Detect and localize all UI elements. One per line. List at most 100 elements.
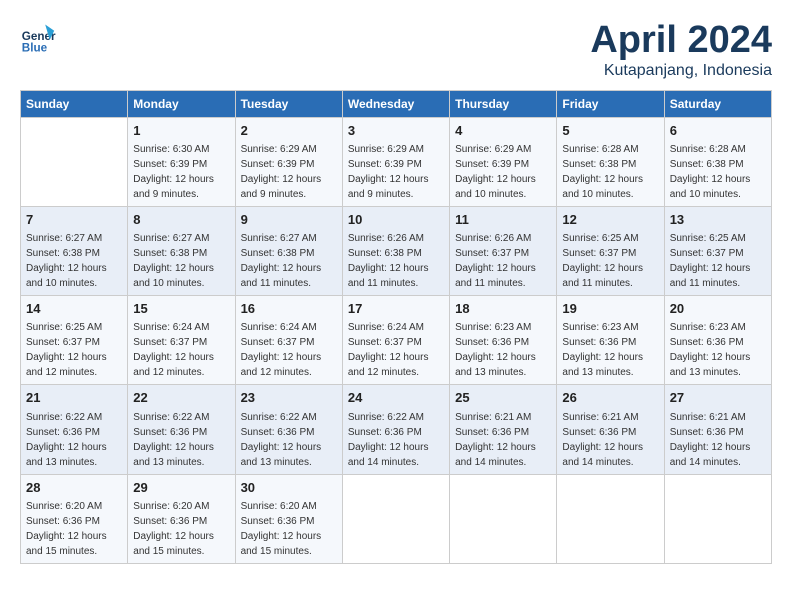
day-number: 3 bbox=[348, 122, 444, 140]
calendar-day-cell: 21Sunrise: 6:22 AMSunset: 6:36 PMDayligh… bbox=[21, 385, 128, 474]
calendar-week-row: 7 Sunrise: 6:27 AMSunset: 6:38 PMDaylight… bbox=[21, 206, 772, 295]
calendar-day-cell bbox=[342, 474, 449, 563]
day-info: Sunrise: 6:26 AMSunset: 6:38 PMDaylight:… bbox=[348, 233, 429, 289]
calendar-day-cell: 22Sunrise: 6:22 AMSunset: 6:36 PMDayligh… bbox=[128, 385, 235, 474]
calendar-day-cell bbox=[664, 474, 771, 563]
calendar-header-row: SundayMondayTuesdayWednesdayThursdayFrid… bbox=[21, 90, 772, 117]
day-number: 7 bbox=[26, 211, 122, 229]
calendar-day-cell: 2 Sunrise: 6:29 AMSunset: 6:39 PMDaylight… bbox=[235, 117, 342, 206]
day-info: Sunrise: 6:22 AMSunset: 6:36 PMDaylight:… bbox=[348, 412, 429, 468]
calendar-day-cell: 28 Sunrise: 6:20 AMSunset: 6:36 PMDayligh… bbox=[21, 474, 128, 563]
day-number: 13 bbox=[670, 211, 766, 229]
day-info: Sunrise: 6:27 AMSunset: 6:38 PMDaylight:… bbox=[133, 233, 214, 289]
day-number: 1 bbox=[133, 122, 229, 140]
calendar-week-row: 28 Sunrise: 6:20 AMSunset: 6:36 PMDayligh… bbox=[21, 474, 772, 563]
calendar-day-cell: 6Sunrise: 6:28 AMSunset: 6:38 PMDaylight… bbox=[664, 117, 771, 206]
calendar-week-row: 1 Sunrise: 6:30 AMSunset: 6:39 PMDaylight… bbox=[21, 117, 772, 206]
calendar-day-cell: 18 Sunrise: 6:23 AMSunset: 6:36 PMDayligh… bbox=[450, 296, 557, 385]
day-info: Sunrise: 6:26 AMSunset: 6:37 PMDaylight:… bbox=[455, 233, 536, 289]
day-number: 18 bbox=[455, 300, 551, 318]
day-number: 20 bbox=[670, 300, 766, 318]
calendar-day-cell: 14 Sunrise: 6:25 AMSunset: 6:37 PMDayligh… bbox=[21, 296, 128, 385]
day-number: 21 bbox=[26, 389, 122, 407]
weekday-header: Wednesday bbox=[342, 90, 449, 117]
calendar-day-cell: 11 Sunrise: 6:26 AMSunset: 6:37 PMDayligh… bbox=[450, 206, 557, 295]
day-info: Sunrise: 6:24 AMSunset: 6:37 PMDaylight:… bbox=[133, 322, 214, 378]
day-number: 11 bbox=[455, 211, 551, 229]
calendar-day-cell: 1 Sunrise: 6:30 AMSunset: 6:39 PMDaylight… bbox=[128, 117, 235, 206]
weekday-header: Thursday bbox=[450, 90, 557, 117]
day-info: Sunrise: 6:21 AMSunset: 6:36 PMDaylight:… bbox=[670, 412, 751, 468]
day-info: Sunrise: 6:30 AMSunset: 6:39 PMDaylight:… bbox=[133, 144, 214, 200]
day-number: 2 bbox=[241, 122, 337, 140]
day-number: 15 bbox=[133, 300, 229, 318]
day-info: Sunrise: 6:28 AMSunset: 6:38 PMDaylight:… bbox=[670, 144, 751, 200]
day-info: Sunrise: 6:25 AMSunset: 6:37 PMDaylight:… bbox=[26, 322, 107, 378]
day-number: 9 bbox=[241, 211, 337, 229]
day-info: Sunrise: 6:23 AMSunset: 6:36 PMDaylight:… bbox=[670, 322, 751, 378]
calendar-day-cell: 16 Sunrise: 6:24 AMSunset: 6:37 PMDayligh… bbox=[235, 296, 342, 385]
calendar-day-cell: 12 Sunrise: 6:25 AMSunset: 6:37 PMDayligh… bbox=[557, 206, 664, 295]
logo: General Blue bbox=[20, 20, 56, 56]
calendar-day-cell: 30 Sunrise: 6:20 AMSunset: 6:36 PMDayligh… bbox=[235, 474, 342, 563]
day-info: Sunrise: 6:29 AMSunset: 6:39 PMDaylight:… bbox=[241, 144, 322, 200]
svg-text:Blue: Blue bbox=[22, 42, 48, 55]
day-number: 16 bbox=[241, 300, 337, 318]
day-number: 19 bbox=[562, 300, 658, 318]
calendar-table: SundayMondayTuesdayWednesdayThursdayFrid… bbox=[20, 90, 772, 564]
page-header: General Blue April 2024 Kutapanjang, Ind… bbox=[20, 20, 772, 80]
day-info: Sunrise: 6:25 AMSunset: 6:37 PMDaylight:… bbox=[562, 233, 643, 289]
day-info: Sunrise: 6:29 AMSunset: 6:39 PMDaylight:… bbox=[348, 144, 429, 200]
calendar-day-cell: 27 Sunrise: 6:21 AMSunset: 6:36 PMDayligh… bbox=[664, 385, 771, 474]
calendar-day-cell: 5Sunrise: 6:28 AMSunset: 6:38 PMDaylight… bbox=[557, 117, 664, 206]
calendar-day-cell: 26 Sunrise: 6:21 AMSunset: 6:36 PMDayligh… bbox=[557, 385, 664, 474]
day-number: 28 bbox=[26, 479, 122, 497]
day-info: Sunrise: 6:20 AMSunset: 6:36 PMDaylight:… bbox=[26, 501, 107, 557]
calendar-day-cell: 13 Sunrise: 6:25 AMSunset: 6:37 PMDayligh… bbox=[664, 206, 771, 295]
day-info: Sunrise: 6:23 AMSunset: 6:36 PMDaylight:… bbox=[455, 322, 536, 378]
day-info: Sunrise: 6:27 AMSunset: 6:38 PMDaylight:… bbox=[241, 233, 322, 289]
day-info: Sunrise: 6:22 AMSunset: 6:36 PMDaylight:… bbox=[241, 412, 322, 468]
calendar-day-cell: 23 Sunrise: 6:22 AMSunset: 6:36 PMDayligh… bbox=[235, 385, 342, 474]
calendar-body: 1 Sunrise: 6:30 AMSunset: 6:39 PMDaylight… bbox=[21, 117, 772, 563]
day-number: 26 bbox=[562, 389, 658, 407]
day-info: Sunrise: 6:27 AMSunset: 6:38 PMDaylight:… bbox=[26, 233, 107, 289]
day-number: 12 bbox=[562, 211, 658, 229]
day-info: Sunrise: 6:28 AMSunset: 6:38 PMDaylight:… bbox=[562, 144, 643, 200]
weekday-header: Friday bbox=[557, 90, 664, 117]
day-info: Sunrise: 6:29 AMSunset: 6:39 PMDaylight:… bbox=[455, 144, 536, 200]
day-info: Sunrise: 6:20 AMSunset: 6:36 PMDaylight:… bbox=[241, 501, 322, 557]
day-number: 17 bbox=[348, 300, 444, 318]
calendar-day-cell: 17 Sunrise: 6:24 AMSunset: 6:37 PMDayligh… bbox=[342, 296, 449, 385]
day-info: Sunrise: 6:23 AMSunset: 6:36 PMDaylight:… bbox=[562, 322, 643, 378]
day-info: Sunrise: 6:24 AMSunset: 6:37 PMDaylight:… bbox=[348, 322, 429, 378]
calendar-day-cell: 8 Sunrise: 6:27 AMSunset: 6:38 PMDaylight… bbox=[128, 206, 235, 295]
calendar-day-cell: 20 Sunrise: 6:23 AMSunset: 6:36 PMDayligh… bbox=[664, 296, 771, 385]
calendar-week-row: 21 Sunrise: 6:22 AMSunset: 6:36 PMDayligh… bbox=[21, 385, 772, 474]
day-info: Sunrise: 6:21 AMSunset: 6:36 PMDaylight:… bbox=[562, 412, 643, 468]
weekday-header: Saturday bbox=[664, 90, 771, 117]
weekday-header: Sunday bbox=[21, 90, 128, 117]
day-info: Sunrise: 6:24 AMSunset: 6:37 PMDaylight:… bbox=[241, 322, 322, 378]
calendar-day-cell: 25 Sunrise: 6:21 AMSunset: 6:36 PMDayligh… bbox=[450, 385, 557, 474]
calendar-day-cell bbox=[21, 117, 128, 206]
day-number: 23 bbox=[241, 389, 337, 407]
day-number: 27 bbox=[670, 389, 766, 407]
day-number: 30 bbox=[241, 479, 337, 497]
day-info: Sunrise: 6:22 AMSunset: 6:36 PMDaylight:… bbox=[133, 412, 214, 468]
calendar-day-cell: 24 Sunrise: 6:22 AMSunset: 6:36 PMDayligh… bbox=[342, 385, 449, 474]
day-info: Sunrise: 6:21 AMSunset: 6:36 PMDaylight:… bbox=[455, 412, 536, 468]
calendar-day-cell: 7 Sunrise: 6:27 AMSunset: 6:38 PMDaylight… bbox=[21, 206, 128, 295]
calendar-day-cell bbox=[557, 474, 664, 563]
calendar-day-cell: 10Sunrise: 6:26 AMSunset: 6:38 PMDayligh… bbox=[342, 206, 449, 295]
day-info: Sunrise: 6:25 AMSunset: 6:37 PMDaylight:… bbox=[670, 233, 751, 289]
day-number: 24 bbox=[348, 389, 444, 407]
calendar-day-cell: 15 Sunrise: 6:24 AMSunset: 6:37 PMDayligh… bbox=[128, 296, 235, 385]
day-number: 14 bbox=[26, 300, 122, 318]
day-number: 4 bbox=[455, 122, 551, 140]
calendar-day-cell bbox=[450, 474, 557, 563]
calendar-week-row: 14 Sunrise: 6:25 AMSunset: 6:37 PMDayligh… bbox=[21, 296, 772, 385]
day-number: 25 bbox=[455, 389, 551, 407]
month-title: April 2024 bbox=[590, 20, 772, 62]
day-number: 8 bbox=[133, 211, 229, 229]
